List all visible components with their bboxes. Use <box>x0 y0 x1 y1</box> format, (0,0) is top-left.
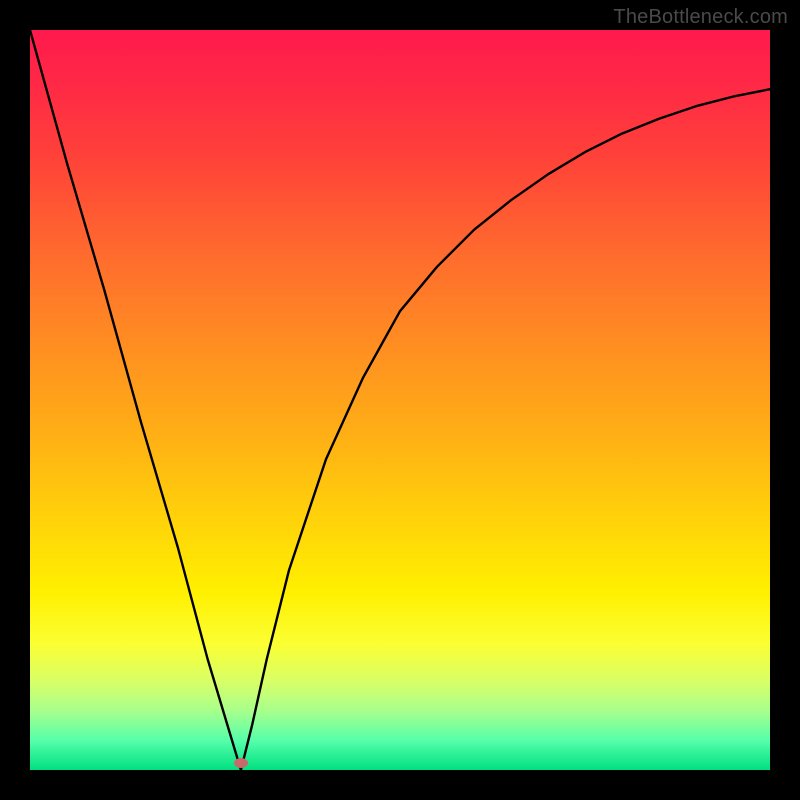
chart-frame: TheBottleneck.com <box>0 0 800 800</box>
plot-area <box>30 30 770 770</box>
minimum-marker-icon <box>234 758 248 768</box>
watermark-text: TheBottleneck.com <box>613 6 788 29</box>
bottleneck-curve <box>30 30 770 770</box>
curve-svg <box>30 30 770 770</box>
